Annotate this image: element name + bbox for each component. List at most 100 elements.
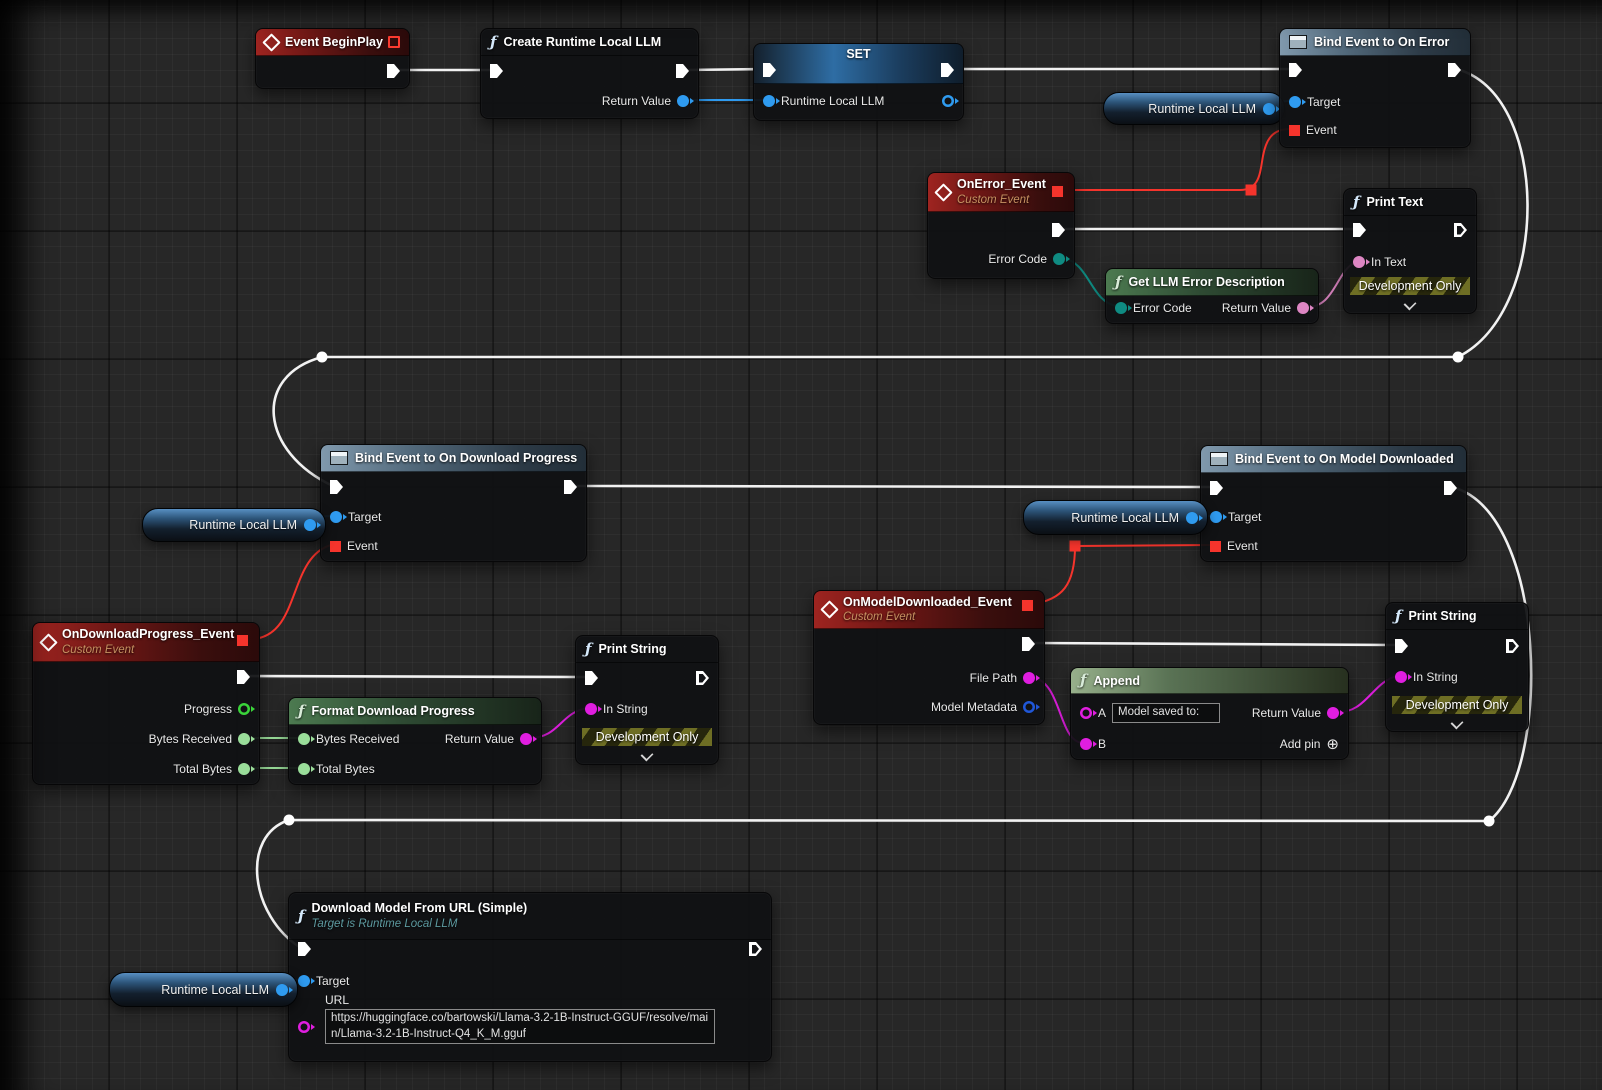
exec-out-pin[interactable] bbox=[941, 63, 954, 77]
node-append[interactable]: ƒ Append A Model saved to: Return Value … bbox=[1070, 667, 1349, 760]
node-set-runtime-local-llm[interactable]: SET Runtime Local LLM bbox=[753, 43, 964, 121]
variable-out-pin[interactable] bbox=[942, 95, 954, 107]
exec-out-pin[interactable] bbox=[387, 64, 400, 78]
event-delegate-pin[interactable] bbox=[1210, 541, 1221, 552]
wire-exec-ondownload-printstring[interactable] bbox=[247, 676, 588, 677]
exec-out-pin[interactable] bbox=[696, 671, 709, 685]
wire-delegate-onmodel[interactable] bbox=[1032, 545, 1212, 604]
exec-out-pin[interactable] bbox=[676, 64, 689, 78]
add-pin-icon[interactable]: ⊕ bbox=[1326, 737, 1339, 752]
exec-in-pin[interactable] bbox=[1210, 481, 1223, 495]
variable-getter-runtime-local-llm[interactable]: Runtime Local LLM bbox=[1023, 500, 1208, 535]
event-delegate-pin[interactable] bbox=[1289, 125, 1300, 136]
target-pin[interactable] bbox=[1289, 96, 1301, 108]
wire-exec-onmodel-printstring[interactable] bbox=[1032, 643, 1398, 645]
variable-out-pin[interactable] bbox=[1263, 103, 1275, 115]
variable-in-pin[interactable] bbox=[763, 95, 775, 107]
wire-exec-binddownload-bindmodel[interactable] bbox=[573, 486, 1213, 487]
exec-out-pin[interactable] bbox=[1052, 223, 1065, 237]
expand-chevron-icon[interactable] bbox=[1404, 298, 1417, 311]
expand-chevron-icon[interactable] bbox=[641, 749, 654, 762]
exec-in-pin[interactable] bbox=[330, 480, 343, 494]
exec-in-pin[interactable] bbox=[298, 942, 311, 956]
variable-out-pin[interactable] bbox=[1186, 512, 1198, 524]
node-print-string[interactable]: ƒ Print String In String Development Onl… bbox=[575, 635, 719, 765]
progress-pin[interactable] bbox=[238, 703, 250, 715]
total-bytes-pin[interactable] bbox=[238, 763, 250, 775]
exec-reroute-node[interactable] bbox=[1484, 816, 1495, 827]
return-value-pin[interactable] bbox=[520, 733, 532, 745]
node-event-beginplay[interactable]: Event BeginPlay bbox=[255, 28, 410, 89]
exec-reroute-node[interactable] bbox=[317, 352, 328, 363]
delegate-out-pin[interactable] bbox=[1022, 600, 1033, 611]
append-a-pin[interactable] bbox=[1080, 707, 1092, 719]
exec-out-pin[interactable] bbox=[749, 942, 762, 956]
exec-out-pin[interactable] bbox=[1448, 63, 1461, 77]
append-b-pin[interactable] bbox=[1080, 738, 1092, 750]
variable-getter-runtime-local-llm[interactable]: Runtime Local LLM bbox=[109, 972, 298, 1007]
blueprint-graph[interactable]: Event BeginPlay ƒ Create Runtime Local L… bbox=[0, 0, 1602, 1090]
url-input[interactable]: https://huggingface.co/bartowski/Llama-3… bbox=[325, 1009, 715, 1044]
return-value-pin[interactable] bbox=[677, 95, 689, 107]
target-pin[interactable] bbox=[330, 511, 342, 523]
node-onerror-event[interactable]: OnError_Event Custom Event Error Code bbox=[927, 172, 1075, 279]
bytes-received-pin[interactable] bbox=[238, 733, 250, 745]
target-pin[interactable] bbox=[1210, 511, 1222, 523]
in-string-pin[interactable] bbox=[1395, 671, 1407, 683]
in-string-pin[interactable] bbox=[585, 703, 597, 715]
model-metadata-pin[interactable] bbox=[1023, 701, 1035, 713]
exec-out-pin[interactable] bbox=[1506, 639, 1519, 653]
in-text-pin[interactable] bbox=[1353, 256, 1365, 268]
total-bytes-pin[interactable] bbox=[298, 763, 310, 775]
file-path-pin[interactable] bbox=[1023, 672, 1035, 684]
expand-chevron-icon[interactable] bbox=[1451, 717, 1464, 730]
pin-label: Error Code bbox=[988, 252, 1047, 266]
node-get-llm-error-description[interactable]: ƒ Get LLM Error Description Error Code R… bbox=[1105, 268, 1319, 324]
node-format-download-progress[interactable]: ƒ Format Download Progress Bytes Receive… bbox=[288, 697, 542, 785]
event-delegate-pin[interactable] bbox=[330, 541, 341, 552]
exec-in-pin[interactable] bbox=[490, 64, 503, 78]
return-value-pin[interactable] bbox=[1327, 707, 1339, 719]
exec-out-pin[interactable] bbox=[1444, 481, 1457, 495]
node-bind-event-to-on-error[interactable]: Bind Event to On Error Target Event bbox=[1279, 28, 1471, 148]
node-bind-event-to-on-model-downloaded[interactable]: Bind Event to On Model Downloaded Target… bbox=[1200, 445, 1467, 562]
wire-delegate-onerror[interactable] bbox=[1062, 129, 1290, 190]
exec-out-pin[interactable] bbox=[564, 480, 577, 494]
error-code-pin[interactable] bbox=[1115, 302, 1127, 314]
delegate-reroute-node[interactable] bbox=[1070, 541, 1081, 552]
exec-in-pin[interactable] bbox=[1289, 63, 1302, 77]
variable-out-pin[interactable] bbox=[276, 984, 288, 996]
exec-in-pin[interactable] bbox=[585, 671, 598, 685]
delegate-output-icon[interactable] bbox=[388, 36, 400, 48]
return-value-pin[interactable] bbox=[1297, 302, 1309, 314]
exec-out-pin[interactable] bbox=[1454, 223, 1467, 237]
exec-in-pin[interactable] bbox=[1395, 639, 1408, 653]
variable-getter-runtime-local-llm[interactable]: Runtime Local LLM bbox=[142, 508, 326, 542]
error-code-pin[interactable] bbox=[1053, 253, 1065, 265]
node-onmodeldownloaded-event[interactable]: OnModelDownloaded_Event Custom Event Fil… bbox=[813, 590, 1045, 725]
node-print-string[interactable]: ƒ Print String In String Development Onl… bbox=[1385, 602, 1529, 732]
node-header: ƒ Append bbox=[1071, 668, 1348, 694]
append-a-input[interactable]: Model saved to: bbox=[1112, 703, 1220, 723]
node-ondownloadprogress-event[interactable]: OnDownloadProgress_Event Custom Event Pr… bbox=[32, 622, 260, 785]
exec-out-pin[interactable] bbox=[237, 670, 250, 684]
node-bind-event-to-on-download-progress[interactable]: Bind Event to On Download Progress Targe… bbox=[320, 444, 587, 562]
target-pin[interactable] bbox=[298, 975, 310, 987]
exec-out-pin[interactable] bbox=[1022, 637, 1035, 651]
add-pin-button[interactable]: ⊕ Add pin bbox=[1280, 735, 1339, 753]
delegate-out-pin[interactable] bbox=[237, 635, 248, 646]
bytes-received-pin[interactable] bbox=[298, 733, 310, 745]
exec-reroute-node[interactable] bbox=[284, 815, 295, 826]
exec-in-pin[interactable] bbox=[763, 63, 776, 77]
variable-out-pin[interactable] bbox=[304, 519, 316, 531]
variable-getter-runtime-local-llm[interactable]: Runtime Local LLM bbox=[1103, 92, 1285, 125]
exec-reroute-node[interactable] bbox=[1453, 352, 1464, 363]
exec-in-pin[interactable] bbox=[1353, 223, 1366, 237]
node-print-text[interactable]: ƒ Print Text In Text Development Only bbox=[1343, 188, 1477, 314]
node-create-runtime-local-llm[interactable]: ƒ Create Runtime Local LLM Return Value bbox=[480, 28, 699, 119]
url-pin[interactable] bbox=[298, 1021, 310, 1033]
node-download-model-from-url[interactable]: ƒ Download Model From URL (Simple) Targe… bbox=[288, 892, 772, 1062]
delegate-reroute-node[interactable] bbox=[1246, 185, 1257, 196]
delegate-out-pin[interactable] bbox=[1052, 186, 1063, 197]
wire-delegate-ondownload[interactable] bbox=[247, 545, 331, 639]
